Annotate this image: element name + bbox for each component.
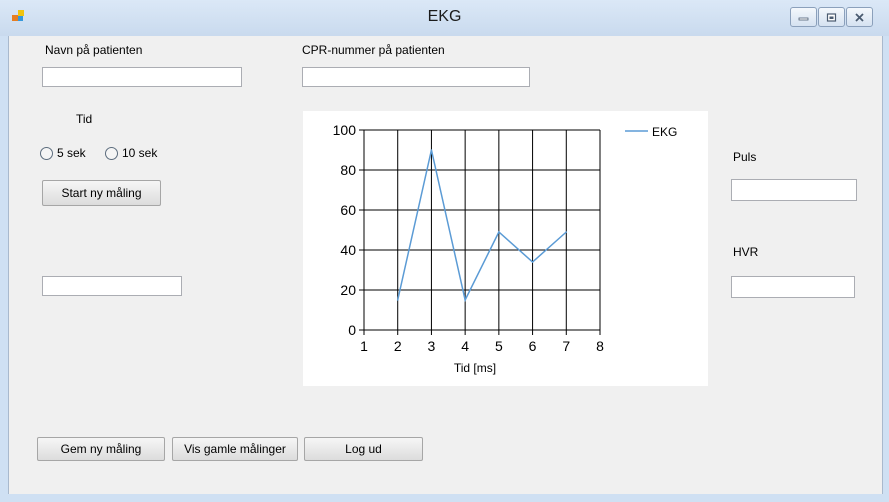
y-tick-label-20: 20 [340,282,356,298]
series-line-ekg [396,149,567,303]
maximize-icon [826,12,837,22]
save-measurement-button[interactable]: Gem ny måling [37,437,165,461]
maximize-button[interactable] [818,7,845,27]
close-icon [855,12,864,22]
puls-label: Puls [733,150,757,164]
cpr-label: CPR-nummer på patienten [302,43,445,57]
form-client-area: Navn på patienten CPR-nummer på patiente… [8,36,883,494]
minimize-button[interactable] [790,7,817,27]
x-tick-label-7: 7 [562,338,570,354]
data-point-ekg-4 [464,299,466,301]
y-tick-label-40: 40 [340,242,356,258]
radio-5-sek-label: 5 sek [57,146,86,160]
radio-10-sek-circle[interactable] [105,146,118,160]
window-bottom-border [0,494,889,502]
data-point-ekg-6 [531,261,534,263]
y-tick-label-60: 60 [340,202,356,218]
x-axis-label: Tid [ms] [454,361,496,375]
minimize-icon [798,17,809,21]
hvr-label: HVR [733,245,759,259]
radio-10-sek[interactable]: 10 sek [105,146,157,160]
window-title: EKG [427,8,462,25]
y-tick-label-100: 100 [333,122,357,138]
x-tick-label-8: 8 [596,338,604,354]
y-tick-label-0: 0 [348,322,356,338]
data-point-ekg-7 [565,231,568,233]
patient-name-label: Navn på patienten [45,43,143,57]
ekg-chart: 1 2 3 4 5 6 7 8 0 20 40 60 80 100 Tid [ms] EKG [303,111,708,386]
logout-button[interactable]: Log ud [304,437,423,461]
legend-label-ekg: EKG [652,125,677,139]
chart-series [396,149,568,303]
x-tick-label-4: 4 [461,338,469,354]
data-point-ekg-2 [396,299,399,301]
cpr-input[interactable] [302,67,530,87]
hvr-input[interactable] [731,276,855,298]
ekg-chart-svg: 1 2 3 4 5 6 7 8020406080100 Tid [ms] EKG [333,122,678,375]
x-tick-label-3: 3 [428,338,436,354]
close-button[interactable] [846,7,873,27]
time-label: Tid [76,112,93,126]
data-point-ekg-5 [498,231,500,233]
radio-5-sek-circle[interactable] [40,146,53,160]
x-tick-label-2: 2 [394,338,402,354]
start-measurement-button[interactable]: Start ny måling [42,180,161,206]
data-point-ekg-3 [430,149,433,151]
title-bar[interactable]: EKG [0,0,889,36]
chart-grid [363,129,601,331]
chart-axes: 1 2 3 4 5 6 7 8020406080100 [333,122,604,354]
x-tick-label-5: 5 [495,338,503,354]
puls-input[interactable] [731,179,857,201]
radio-5-sek[interactable]: 5 sek [40,146,86,160]
x-tick-label-1: 1 [360,338,368,354]
patient-name-input[interactable] [42,67,242,87]
radio-10-sek-label: 10 sek [122,146,158,160]
y-tick-label-80: 80 [340,162,356,178]
window-controls [789,7,873,27]
x-tick-label-6: 6 [529,338,537,354]
result-input[interactable] [42,276,182,296]
show-old-measurements-button[interactable]: Vis gamle målinger [172,437,298,461]
